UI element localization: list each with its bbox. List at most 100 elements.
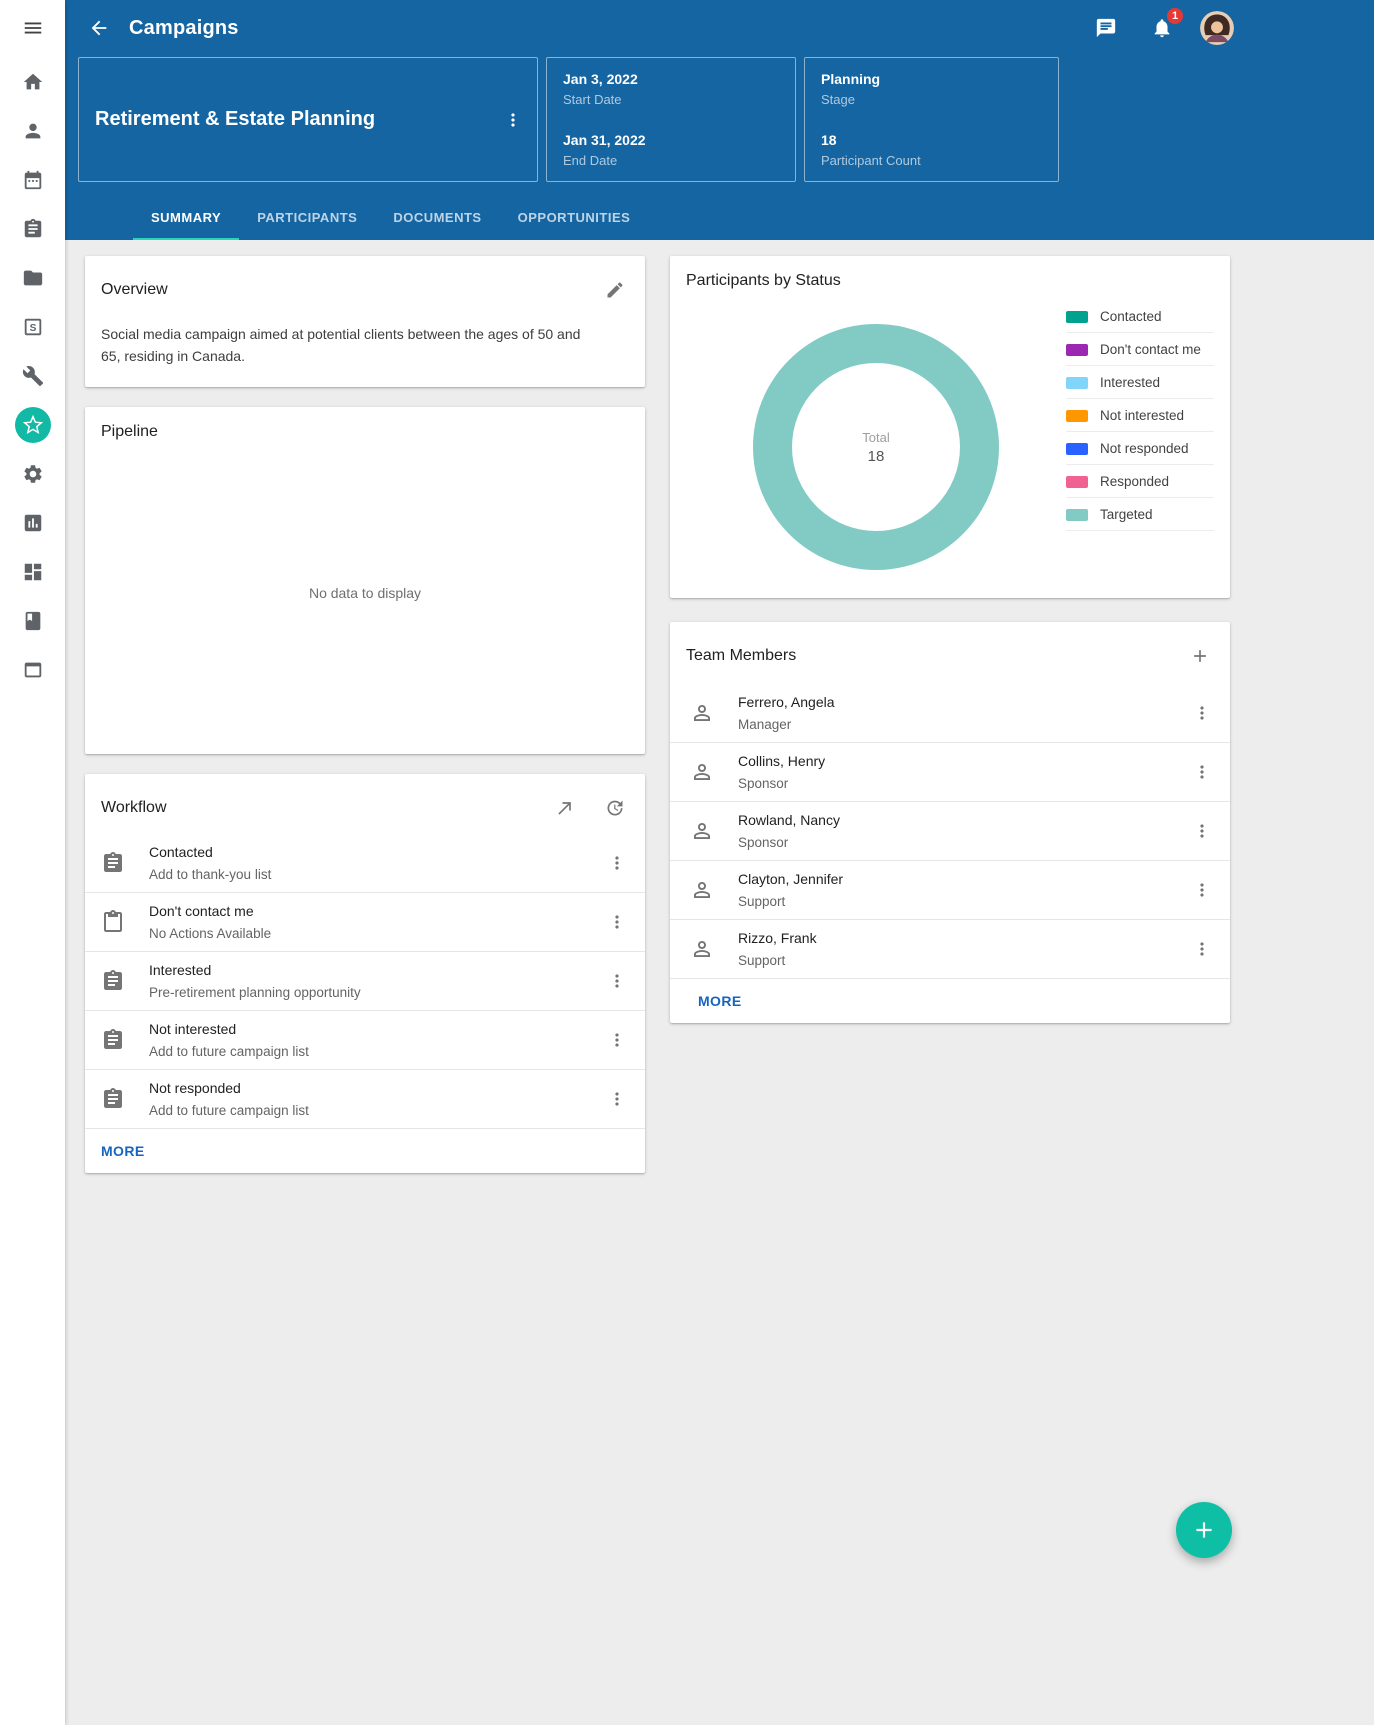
kebab-menu-icon xyxy=(607,1030,627,1050)
workflow-item-menu-button[interactable] xyxy=(597,843,637,883)
avatar-image xyxy=(1200,11,1234,45)
workflow-item-menu-button[interactable] xyxy=(597,1079,637,1119)
top-app-bar: Campaigns 1 xyxy=(65,0,1374,56)
workflow-item-menu-button[interactable] xyxy=(597,902,637,942)
participants-chart-row: Total 18 Contacted Don't contact xyxy=(670,290,1230,598)
donut-wrap: Total 18 xyxy=(686,290,1066,570)
chat-button[interactable] xyxy=(1088,10,1124,46)
dashboard-grid-icon xyxy=(22,561,44,583)
participants-donut-chart: Total 18 xyxy=(753,324,999,570)
participants-card-header: Participants by Status xyxy=(670,256,1230,290)
team-member-text: Rowland, Nancy Sponsor xyxy=(738,812,1182,850)
kebab-menu-icon xyxy=(607,912,627,932)
sidebar-home-button[interactable] xyxy=(11,60,55,104)
start-date-group: Jan 3, 2022 Start Date xyxy=(563,71,779,107)
workflow-item-text: Not interested Add to future campaign li… xyxy=(149,1021,597,1059)
team-title: Team Members xyxy=(686,647,796,665)
sidebar-dashboard-button[interactable] xyxy=(11,550,55,594)
workflow-item-menu-button[interactable] xyxy=(597,961,637,1001)
legend-label: Responded xyxy=(1100,474,1169,489)
topbar-actions: 1 xyxy=(1088,10,1234,46)
back-arrow-icon xyxy=(88,17,110,39)
kebab-menu-icon xyxy=(1192,880,1212,900)
team-member-row: Rowland, Nancy Sponsor xyxy=(670,802,1230,861)
team-member-menu-button[interactable] xyxy=(1182,693,1222,733)
page-title: Campaigns xyxy=(129,17,239,40)
sidebar-campaigns-button-active[interactable] xyxy=(11,403,55,447)
sidebar-tools-button[interactable] xyxy=(11,354,55,398)
summary-content: Overview Social media campaign aimed at … xyxy=(65,240,1374,1725)
campaign-dates-card: Jan 3, 2022 Start Date Jan 31, 2022 End … xyxy=(546,57,796,182)
legend-item-contacted: Contacted xyxy=(1066,300,1214,333)
notifications-button[interactable]: 1 xyxy=(1144,10,1180,46)
legend-swatch xyxy=(1066,476,1088,488)
add-fab-button[interactable] xyxy=(1176,1502,1232,1558)
tab-summary[interactable]: SUMMARY xyxy=(133,196,239,240)
workflow-update-button[interactable] xyxy=(597,790,633,826)
back-button[interactable] xyxy=(79,8,119,48)
workflow-more-button[interactable]: MORE xyxy=(101,1143,145,1159)
browser-card-icon xyxy=(22,659,44,681)
tab-opportunities[interactable]: OPPORTUNITIES xyxy=(500,196,649,240)
donut-total-value: 18 xyxy=(868,448,885,465)
kebab-menu-icon xyxy=(1192,939,1212,959)
calendar-icon xyxy=(22,169,44,191)
workflow-item-contacted: Contacted Add to thank-you list xyxy=(85,834,645,893)
workflow-header-actions xyxy=(547,790,633,826)
team-member-text: Rizzo, Frank Support xyxy=(738,930,1182,968)
pencil-edit-icon xyxy=(605,280,625,300)
end-date-group: Jan 31, 2022 End Date xyxy=(563,132,779,168)
kebab-menu-icon xyxy=(1192,762,1212,782)
sidebar-knowledgebase-button[interactable] xyxy=(11,599,55,643)
sidebar-reports-button[interactable] xyxy=(11,501,55,545)
sidebar-seminars-button[interactable]: S xyxy=(11,305,55,349)
sidebar-settings-button[interactable] xyxy=(11,452,55,496)
tab-documents[interactable]: DOCUMENTS xyxy=(375,196,499,240)
team-member-menu-button[interactable] xyxy=(1182,870,1222,910)
end-date-value: Jan 31, 2022 xyxy=(563,132,779,148)
overview-card: Overview Social media campaign aimed at … xyxy=(85,256,645,387)
campaign-menu-button[interactable] xyxy=(493,100,533,140)
app-window: S Campaign xyxy=(0,0,1374,1725)
plus-icon xyxy=(1190,646,1210,666)
legend-swatch xyxy=(1066,311,1088,323)
sidebar-calendar-button[interactable] xyxy=(11,158,55,202)
legend-label: Not interested xyxy=(1100,408,1184,423)
workflow-card-header: Workflow xyxy=(85,774,645,826)
team-member-text: Clayton, Jennifer Support xyxy=(738,871,1182,909)
team-member-menu-button[interactable] xyxy=(1182,811,1222,851)
active-indicator xyxy=(15,407,51,443)
user-avatar[interactable] xyxy=(1200,11,1234,45)
legend-item-responded: Responded xyxy=(1066,465,1214,498)
campaign-tabs: SUMMARY PARTICIPANTS DOCUMENTS OPPORTUNI… xyxy=(133,196,1374,240)
overview-body-text: Social media campaign aimed at potential… xyxy=(85,308,615,387)
sidebar-accounts-button[interactable] xyxy=(11,648,55,692)
team-more-button[interactable]: MORE xyxy=(698,993,742,1009)
workflow-open-button[interactable] xyxy=(547,790,583,826)
sidebar-menu-button[interactable] xyxy=(11,6,55,50)
team-member-role: Manager xyxy=(738,717,1182,732)
sidebar-documents-button[interactable] xyxy=(11,256,55,300)
home-icon xyxy=(22,71,44,93)
team-member-name: Ferrero, Angela xyxy=(738,694,1182,710)
team-card-header: Team Members xyxy=(670,622,1230,674)
team-member-menu-button[interactable] xyxy=(1182,752,1222,792)
pipeline-empty-state: No data to display xyxy=(85,441,645,754)
team-member-role: Sponsor xyxy=(738,776,1182,791)
sidebar-activities-button[interactable] xyxy=(11,207,55,251)
legend-label: Contacted xyxy=(1100,309,1162,324)
sidebar-contacts-button[interactable] xyxy=(11,109,55,153)
team-member-menu-button[interactable] xyxy=(1182,929,1222,969)
tab-participants[interactable]: PARTICIPANTS xyxy=(239,196,375,240)
overview-edit-button[interactable] xyxy=(597,272,633,308)
team-member-role: Sponsor xyxy=(738,835,1182,850)
workflow-item-menu-button[interactable] xyxy=(597,1020,637,1060)
kebab-menu-icon xyxy=(1192,821,1212,841)
workflow-item-title: Don't contact me xyxy=(149,903,597,919)
update-history-icon xyxy=(605,798,625,818)
workflow-item-interested: Interested Pre-retirement planning oppor… xyxy=(85,952,645,1011)
workflow-card: Workflow xyxy=(85,774,645,1173)
add-team-member-button[interactable] xyxy=(1182,638,1218,674)
notification-badge: 1 xyxy=(1167,8,1183,24)
workflow-item-not-interested: Not interested Add to future campaign li… xyxy=(85,1011,645,1070)
